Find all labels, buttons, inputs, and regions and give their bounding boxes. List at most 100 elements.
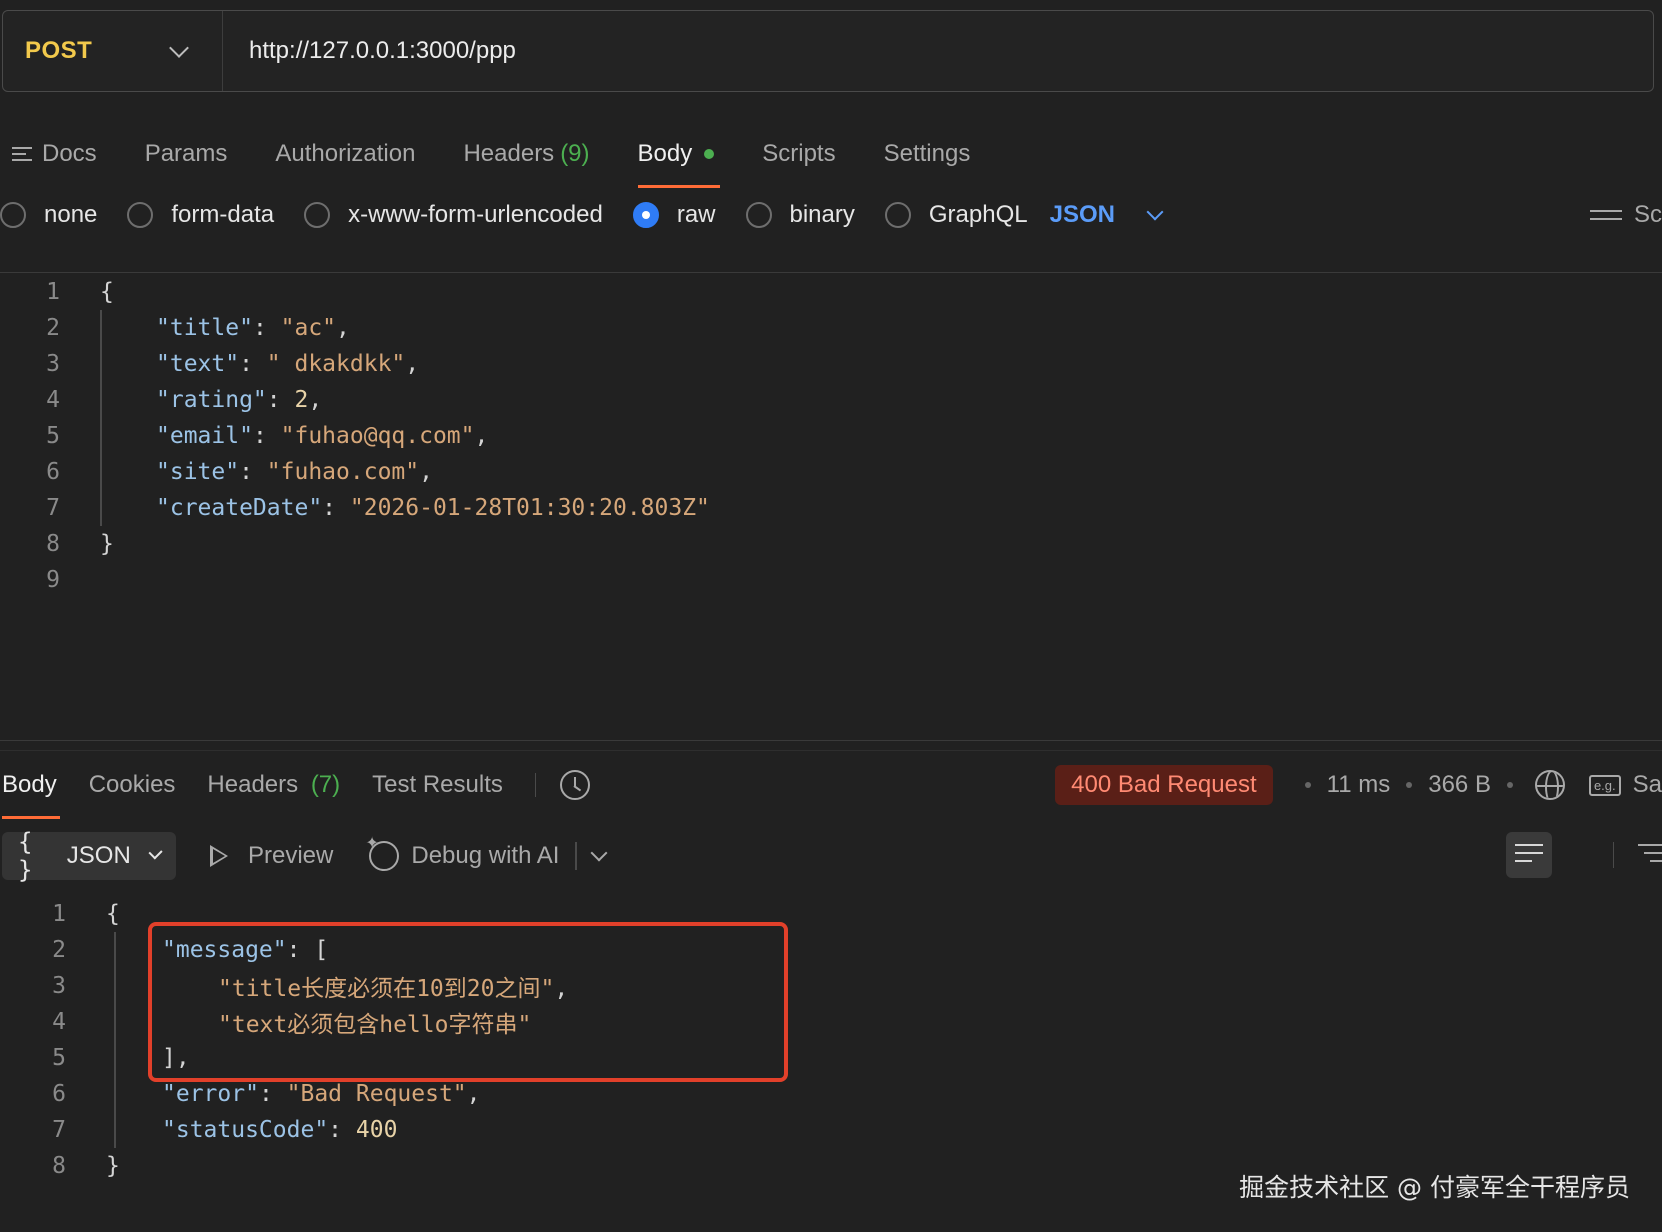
line-number: 7 [52,1117,66,1143]
chevron-down-icon[interactable] [590,844,608,862]
punctuation: , [336,315,350,341]
url-input[interactable]: http://127.0.0.1:3000/ppp [223,37,516,65]
tab-settings[interactable]: Settings [884,124,971,184]
code-line: 9 [0,562,710,598]
globe-icon[interactable] [1534,770,1565,800]
divider [0,750,1662,751]
status-badge[interactable]: 400 Bad Request [1055,765,1273,805]
line-number: 3 [52,973,66,999]
res-tab-body[interactable]: Body [2,771,60,819]
response-meta: 400 Bad Request 11 ms 366 B e.g. Sa [1055,760,1662,810]
examples-icon[interactable]: e.g. [1588,774,1621,796]
tab-scripts[interactable]: Scripts [762,124,835,184]
url-bar: POST http://127.0.0.1:3000/ppp [2,10,1654,92]
json-string: "fuhao.com" [266,459,420,485]
chevron-down-icon [169,37,189,58]
request-tabs: Docs Params Authorization Headers (9) Bo… [0,124,1018,188]
radio-circle-icon [0,202,26,228]
radio-urlencoded[interactable]: x-www-form-urlencoded [304,201,603,229]
tab-headers[interactable]: Headers (9) [463,124,589,184]
modified-dot-icon [704,149,715,159]
chevron-down-icon [1146,203,1164,220]
code-content: } [106,1153,120,1179]
radio-binary[interactable]: binary [745,201,855,229]
preview-button[interactable]: Preview [210,842,333,870]
radio-selected-icon [632,202,659,228]
indent-guide [100,310,102,526]
braces-icon: { } [18,828,33,884]
json-string: " dkakdkk" [266,351,406,377]
line-number: 8 [46,531,60,557]
radio-form-data[interactable]: form-data [127,201,274,229]
line-number: 8 [52,1153,66,1179]
code-line: 6 "site": "fuhao.com", [0,454,710,490]
colon: : [252,423,281,449]
code-line: 8} [6,1148,568,1184]
wrap-lines-button[interactable] [1506,832,1552,878]
line-number: 6 [46,459,60,485]
divider [0,272,1662,273]
json-string: "fuhao@qq.com" [280,423,475,449]
radio-graphql[interactable]: GraphQL [884,201,1028,229]
beautify-settings[interactable]: Sc [1589,190,1662,240]
radio-circle-icon [884,202,911,228]
response-time[interactable]: 11 ms [1327,771,1391,799]
headers-count: (9) [560,140,590,167]
debug-with-ai-button[interactable]: Debug with AI [365,833,559,871]
divider [0,740,1662,741]
code-line: 8} [0,526,710,562]
radio-circle-icon [127,202,154,228]
colon: : [252,315,281,341]
watermark: 掘金技术社区 @ 付豪军全干程序员 [1239,1173,1630,1202]
line-number: 7 [46,495,60,521]
history-icon[interactable] [560,770,591,800]
response-tabs: Body Cookies Headers (7) Test Results 40… [0,760,1662,819]
response-format-select[interactable]: { } JSON [2,828,176,884]
res-tab-test-results[interactable]: Test Results [372,771,503,799]
json-string: "2026-01-28T01:30:20.803Z" [349,495,710,521]
code-content: "createDate": "2026-01-28T01:30:20.803Z" [60,495,710,521]
save-response-button[interactable]: Sa [1633,771,1662,799]
code-line: 3 "text": " dkakdkk", [0,346,710,382]
tab-docs[interactable]: Docs [0,124,97,184]
json-key: "text" [156,351,240,377]
colon: : [258,1081,287,1107]
json-key: "title" [156,315,253,341]
res-tab-headers[interactable]: Headers (7) [207,771,340,799]
indent-guide [114,932,116,1148]
body-type-options: none form-data x-www-form-urlencoded raw… [0,190,1662,240]
code-line: 7 "statusCode": 400 [6,1112,568,1148]
code-line: 7 "createDate": "2026-01-28T01:30:20.803Z… [0,490,710,526]
radio-raw[interactable]: raw [632,201,716,229]
docs-icon [12,143,32,165]
res-headers-count: (7) [310,771,341,798]
json-key: "site" [156,459,240,485]
colon: : [266,387,295,413]
radio-circle-icon [304,202,331,228]
json-key: "createDate" [156,495,323,521]
res-tab-cookies[interactable]: Cookies [89,771,176,799]
response-size[interactable]: 366 B [1428,771,1491,799]
code-content: } [100,531,114,557]
json-key: "error" [162,1081,259,1107]
separator [1612,842,1614,868]
code-line: 1{ [0,274,710,310]
filter-icon[interactable] [1638,844,1662,868]
line-number: 4 [52,1009,66,1035]
line-number: 2 [52,937,66,963]
punctuation: , [308,387,323,413]
raw-format-select[interactable]: JSON [1050,201,1164,229]
dot-separator [1304,782,1311,788]
colon: : [239,459,267,485]
colon: : [322,495,350,521]
request-body-editor[interactable]: 1{2 "title": "ac", 3 "text": " dkakdkk", 4 "r… [0,274,710,598]
radio-none[interactable]: none [0,201,97,229]
json-string: "Bad Request" [286,1081,467,1107]
dot-separator [1406,782,1413,788]
method-select[interactable]: POST [3,11,223,91]
tab-body[interactable]: Body [637,124,720,188]
tab-authorization[interactable]: Authorization [275,124,415,184]
tab-params[interactable]: Params [145,124,228,184]
code-line: 2 "title": "ac", [0,310,710,346]
punctuation: , [419,459,433,485]
